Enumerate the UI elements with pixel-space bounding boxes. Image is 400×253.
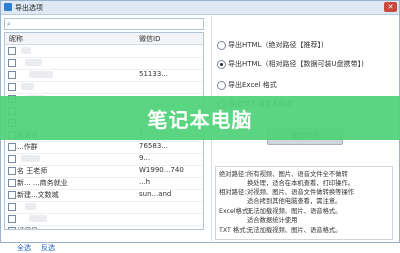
row-wechat-id (139, 214, 201, 224)
row-nickname (17, 82, 137, 92)
info-key: 相对路径： (219, 189, 251, 196)
row-wechat-id (139, 82, 201, 92)
row-wechat-id: 51133... (139, 70, 168, 78)
option-label: 导出Excel 格式 (228, 81, 277, 89)
blurred-avatar (29, 215, 47, 222)
blurred-avatar (21, 155, 40, 162)
row-checkbox[interactable] (8, 179, 16, 187)
row-checkbox[interactable] (8, 167, 16, 175)
row-nickname: 新... ...商务就业 (17, 179, 68, 187)
watermark-text: 笔记本电脑 (147, 108, 253, 132)
row-nickname: 订阅号 (17, 226, 137, 229)
column-header-nickname[interactable]: 昵称 (9, 34, 23, 44)
row-wechat-id (139, 58, 201, 68)
info-value: 适合拷到其他电脑查看，需注意。 (247, 198, 342, 205)
export-format-option[interactable]: 导出HTML（绝对路径【推荐】) (217, 39, 393, 51)
row-nickname (17, 46, 137, 56)
row-nickname: 名 王老师 (17, 167, 48, 175)
column-header-wechat-id[interactable]: 微信ID (139, 34, 160, 44)
row-wechat-id: sun...and (139, 190, 172, 198)
close-button[interactable]: ✕ (384, 2, 397, 12)
select-all-link[interactable]: 全选 (17, 243, 31, 253)
radio-button[interactable] (217, 81, 226, 90)
blurred-avatar (25, 203, 36, 210)
window-title: 导出选项 (15, 4, 43, 12)
radio-button[interactable] (217, 60, 226, 69)
info-value: 适合数据统计使用 (247, 217, 298, 224)
info-value: 无法加载视频、图片、语音格式。 (247, 227, 342, 234)
app-icon (4, 3, 12, 11)
list-header: 昵称 微信ID (5, 33, 203, 45)
row-checkbox[interactable] (8, 59, 16, 67)
blurred-avatar (25, 59, 42, 66)
search-icon: ⌕ (7, 20, 11, 28)
row-wechat-id: 9... (139, 154, 151, 162)
export-format-option[interactable]: 导出Excel 格式 (217, 79, 393, 91)
info-value: 无法加载视频、图片、语音格式。 (247, 208, 342, 215)
row-checkbox[interactable] (8, 191, 16, 199)
row-nickname: ...作群 (17, 143, 38, 151)
row-nickname: 新建...文数城 (17, 191, 59, 199)
row-wechat-id (139, 226, 201, 229)
format-info-box: 绝对路径： 所有视频、图片、语音文件全不做转 换处理，适合在本机查看，打印操作。相对… (215, 166, 393, 240)
info-value: 换处理，适合在本机查看，打印操作。 (247, 180, 355, 187)
blurred-avatar (29, 71, 53, 78)
table-row[interactable]: 订阅号 (5, 225, 203, 229)
row-checkbox[interactable] (8, 203, 16, 211)
row-wechat-id: ...h (139, 178, 151, 186)
row-checkbox[interactable] (8, 47, 16, 55)
row-wechat-id (139, 46, 201, 56)
option-label: 导出HTML（相对路径【数据可装U盘携带】) (228, 60, 364, 68)
search-input[interactable] (16, 19, 196, 29)
row-checkbox[interactable] (8, 155, 16, 163)
row-checkbox[interactable] (8, 83, 16, 91)
row-wechat-id: W1990...740 (139, 166, 184, 174)
row-wechat-id (139, 202, 201, 212)
row-checkbox[interactable] (8, 215, 16, 223)
blurred-avatar (21, 47, 31, 54)
blurred-avatar (21, 83, 34, 90)
row-checkbox[interactable] (8, 143, 16, 151)
invert-selection-link[interactable]: 反选 (41, 243, 55, 253)
option-label: 导出HTML（绝对路径【推荐】) (228, 41, 324, 49)
info-key: 绝对路径： (219, 171, 251, 178)
info-value: 所有视频、图片、语音文件全不做转 (247, 171, 348, 178)
radio-button[interactable] (217, 41, 226, 50)
export-format-option[interactable]: 导出HTML（相对路径【数据可装U盘携带】) (217, 58, 393, 70)
row-checkbox[interactable] (8, 227, 16, 229)
info-value: 对视频、图片、语音文件做转换等操作 (247, 189, 355, 196)
row-checkbox[interactable] (8, 71, 16, 79)
title-bar[interactable]: 导出选项 ✕ (1, 1, 399, 15)
search-box[interactable]: ⌕ (4, 18, 204, 30)
row-wechat-id: 76583... (139, 142, 168, 150)
